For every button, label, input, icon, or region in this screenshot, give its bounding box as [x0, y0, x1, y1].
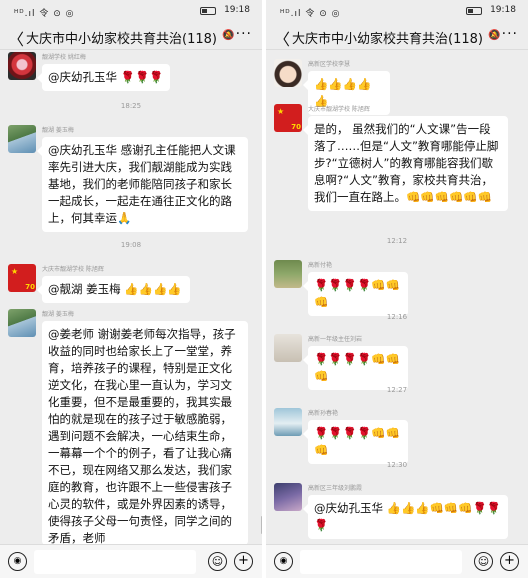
sender-name: 高新区学校李慧: [308, 61, 351, 68]
message-bubble[interactable]: 是的， 虽然我们的“人文课”告一段落了……但是“人文”教育哪能停止脚步?“立德树…: [303, 116, 508, 211]
input-bar: ◉ ☺ +: [0, 544, 262, 578]
right-chat-screen: ᴴᴰ.ıl 令 ⊙ ◎ 19:18 〈 大庆市中小幼家校共育共治(118) 🔕 …: [266, 0, 528, 578]
message-input[interactable]: [300, 550, 462, 574]
status-bar: ᴴᴰ.ıl 令 ⊙ ◎ 19:18: [266, 0, 528, 22]
chat-header: 〈 大庆市中小幼家校共育共治(118) 🔕 ···: [266, 22, 528, 50]
plus-icon[interactable]: +: [500, 552, 519, 571]
voice-icon[interactable]: ◉: [8, 552, 27, 571]
mute-icon: 🔕: [222, 30, 235, 41]
avatar[interactable]: [274, 334, 302, 362]
sender-name: 靓湖学校 姚红梅: [42, 54, 86, 61]
message-list[interactable]: 靓湖学校 姚红梅 @庆幼孔玉华 🌹🌹🌹 18:25 靓湖 姜玉梅 @庆幼孔玉华 …: [0, 51, 262, 545]
message-bubble[interactable]: @庆幼孔玉华 感谢孔主任能把人文课率先引进大庆，我们靓湖能成为实践基地，我们的老…: [37, 137, 248, 232]
status-time: 19:18: [224, 5, 250, 15]
emoji-icon[interactable]: ☺: [474, 552, 493, 571]
message-bubble[interactable]: @庆幼孔玉华 👍👍👍👊👊👊🌹🌹🌹: [303, 495, 508, 539]
sender-name: 大庆市靓湖学校 陈旭辉: [42, 266, 104, 273]
voice-icon[interactable]: ◉: [274, 552, 293, 571]
input-bar: ◉ ☺ +: [266, 544, 528, 578]
status-time: 19:18: [490, 5, 516, 15]
avatar[interactable]: [274, 59, 302, 87]
signal-icon: ᴴᴰ.ıl 令 ⊙ ◎: [280, 9, 341, 19]
message-bubble[interactable]: 🌹🌹🌹🌹👊👊👊: [303, 420, 408, 464]
message-bubble[interactable]: @姜老师 谢谢姜老师每次指导，孩子收益的同时也给家长上了一堂堂，养育，培养孩子的…: [42, 321, 248, 545]
left-chat-screen: ᴴᴰ.ıl 令 ⊙ ◎ 19:18 〈 大庆市中小幼家校共育共治(118) 🔕 …: [0, 0, 262, 578]
sender-name: 高新孙春艳: [308, 410, 339, 417]
sender-name: 高新付艳: [308, 262, 333, 269]
message-bubble[interactable]: @庆幼孔玉华 🌹🌹🌹: [37, 64, 170, 91]
sender-name: 高新一年级主任刘岩: [308, 336, 363, 343]
sender-name: 靓湖 姜玉梅: [42, 311, 74, 318]
battery-icon: [466, 7, 482, 15]
avatar[interactable]: ★ 70: [8, 264, 36, 292]
message-input[interactable]: [34, 550, 196, 574]
timestamp: 12:30: [386, 461, 408, 469]
message-bubble[interactable]: @靓湖 姜玉梅 👍👍👍👍: [37, 276, 190, 303]
plus-icon[interactable]: +: [234, 552, 253, 571]
back-icon[interactable]: 〈: [274, 26, 290, 50]
chat-title: 大庆市中小幼家校共育共治(118): [26, 32, 217, 47]
sender-name: 大庆市靓湖学校 陈旭辉: [308, 106, 370, 113]
battery-icon: [200, 7, 216, 15]
mute-icon: 🔕: [488, 30, 501, 41]
signal-icon: ᴴᴰ.ıl 令 ⊙ ◎: [14, 9, 75, 19]
timestamp: 18:25: [120, 102, 142, 110]
avatar[interactable]: [8, 309, 36, 337]
status-bar: ᴴᴰ.ıl 令 ⊙ ◎ 19:18: [0, 0, 262, 22]
sender-name: 靓湖 姜玉梅: [42, 127, 74, 134]
avatar[interactable]: [274, 408, 302, 436]
chat-title: 大庆市中小幼家校共育共治(118): [292, 32, 483, 47]
message-list[interactable]: 高新区学校李慧 👍👍👍👍👍 ★ 70 大庆市靓湖学校 陈旭辉 是的， 虽然我们的“…: [266, 51, 528, 544]
timestamp: 12:27: [386, 386, 408, 394]
avatar[interactable]: [274, 260, 302, 288]
timestamp: 12:12: [386, 237, 408, 245]
avatar[interactable]: [8, 52, 36, 80]
more-options-icon[interactable]: ···: [502, 26, 518, 42]
avatar[interactable]: [274, 483, 302, 511]
scrollbar[interactable]: [261, 516, 262, 534]
timestamp: 12:16: [386, 313, 408, 321]
more-options-icon[interactable]: ···: [236, 26, 252, 42]
emoji-icon[interactable]: ☺: [208, 552, 227, 571]
chat-header: 〈 大庆市中小幼家校共育共治(118) 🔕 ···: [0, 22, 262, 50]
sender-name: 高新区三年级刘鹏霞: [308, 485, 363, 492]
back-icon[interactable]: 〈: [8, 26, 24, 50]
message-bubble[interactable]: 🌹🌹🌹🌹👊👊👊: [303, 272, 408, 316]
timestamp: 19:08: [120, 241, 142, 249]
avatar[interactable]: [8, 125, 36, 153]
avatar[interactable]: ★ 70: [274, 104, 302, 132]
message-bubble[interactable]: 🌹🌹🌹🌹👊👊👊: [303, 346, 408, 390]
